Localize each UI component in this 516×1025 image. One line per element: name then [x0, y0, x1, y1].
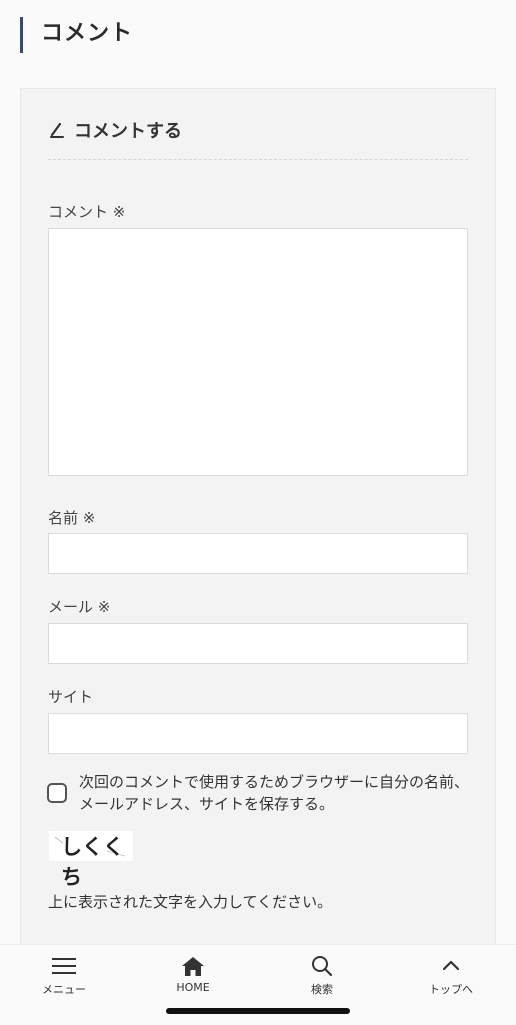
nav-search-label: 検索	[311, 983, 333, 996]
home-icon	[182, 957, 204, 976]
form-title: コメントする	[48, 117, 182, 143]
title-divider	[48, 159, 468, 160]
comment-label: コメント ※	[48, 203, 126, 221]
name-input[interactable]	[48, 533, 468, 574]
nav-home[interactable]: HOME	[143, 955, 243, 1003]
home-indicator	[166, 1008, 350, 1014]
save-consent-label[interactable]: 次回のコメントで使用するためブラウザーに自分の名前、メールアドレス、サイトを保存…	[79, 771, 479, 815]
form-title-text: コメントする	[74, 121, 182, 142]
nav-menu-label: メニュー	[42, 983, 86, 996]
save-consent-checkbox[interactable]	[47, 783, 67, 803]
site-label: サイト	[48, 688, 94, 706]
captcha-text: しくくち	[61, 835, 124, 889]
nav-search[interactable]: 検索	[272, 955, 372, 1003]
menu-icon	[52, 958, 76, 974]
nav-top-label: トップへ	[429, 983, 473, 996]
chevron-up-icon	[442, 960, 460, 971]
name-label: 名前 ※	[48, 509, 96, 527]
nav-home-label: HOME	[176, 981, 210, 994]
search-icon	[312, 956, 333, 977]
site-input[interactable]	[48, 713, 468, 754]
comment-textarea[interactable]	[48, 228, 468, 476]
email-label: メール ※	[48, 598, 111, 616]
nav-menu[interactable]: メニュー	[14, 955, 114, 1003]
captcha-instructions: 上に表示された文字を入力してください。	[48, 893, 333, 911]
captcha-image: しくくち	[49, 831, 133, 889]
section-heading: コメント	[20, 17, 133, 53]
nav-top[interactable]: トップへ	[401, 955, 501, 1003]
comment-form: コメントする コメント ※ 名前 ※ メール ※ サイト 次回のコメントで使用す…	[20, 88, 496, 958]
email-input[interactable]	[48, 623, 468, 664]
pencil-icon	[50, 122, 64, 138]
